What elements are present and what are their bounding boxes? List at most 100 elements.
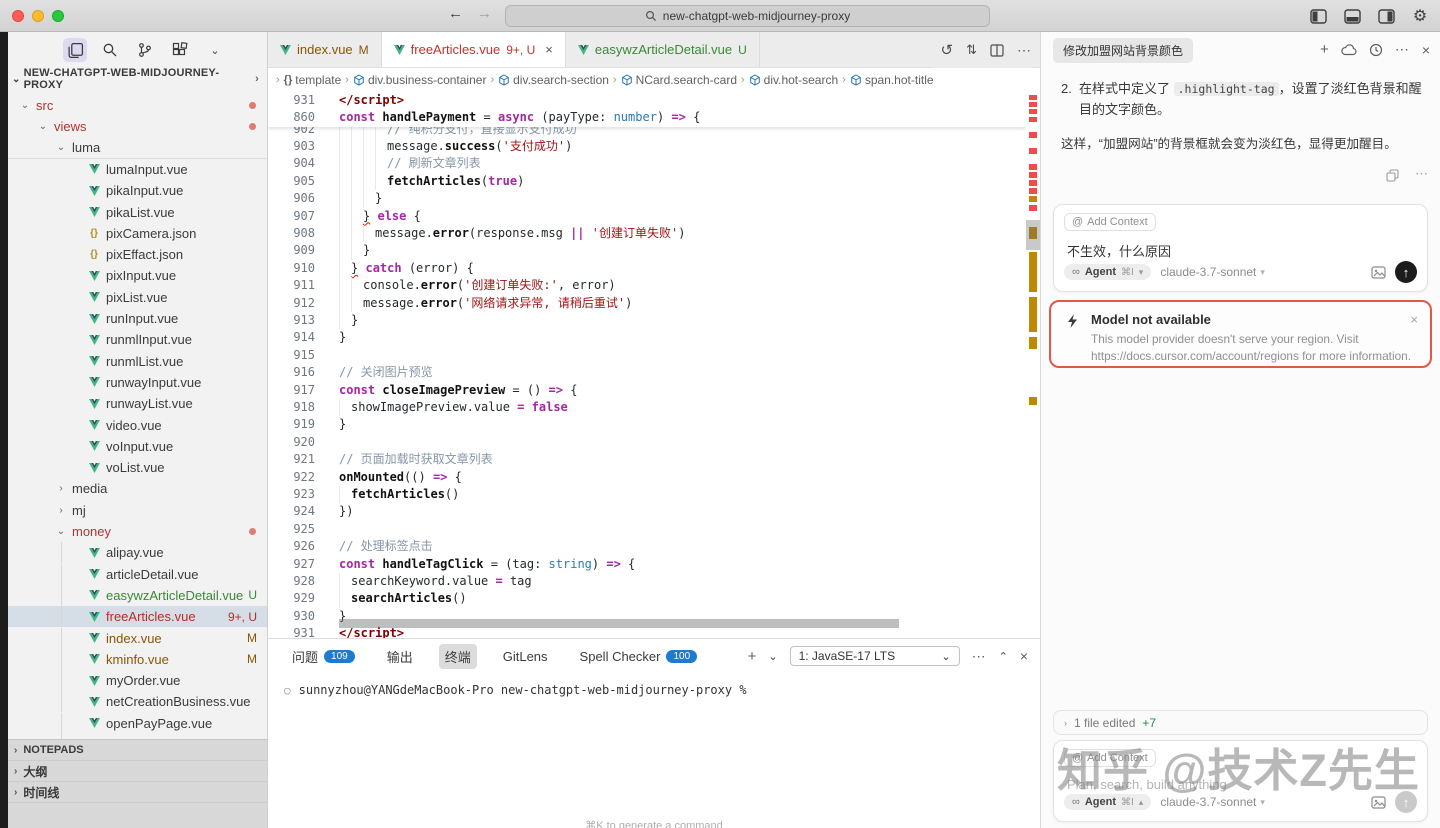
editor-tab-easywzArticleDetail.vue[interactable]: easywzArticleDetail.vueU [566,32,760,67]
chat-input-placeholder[interactable]: Plan, search, build anything [1067,777,1227,792]
tree-item-netCreationBusiness.vue[interactable]: netCreationBusiness.vue [8,691,267,712]
tree-item-alipay.vue[interactable]: alipay.vue [8,542,267,563]
sidebar-section-时间线[interactable]: ›时间线 [8,782,267,803]
sidebar-section-大纲[interactable]: ›大纲 [8,761,267,782]
forward-arrow-icon[interactable]: → [477,5,492,22]
breadcrumb-item-div.search-section[interactable]: div.search-section [498,73,609,87]
chevron-up-icon[interactable]: ⌃ [999,650,1008,663]
close-icon[interactable]: × [1020,648,1028,664]
tree-item-src[interactable]: ⌄src [8,95,267,116]
tree-item-mj[interactable]: ›mj [8,500,267,521]
panel-tab-Spell Checker[interactable]: Spell Checker100 [574,646,704,667]
tree-item-voInput.vue[interactable]: voInput.vue [8,436,267,457]
tree-item-kminfo.vue[interactable]: kminfo.vueM [8,649,267,670]
gear-icon[interactable]: ⚙ [1410,6,1430,26]
tree-item-voList.vue[interactable]: voList.vue [8,457,267,478]
open-changes-icon[interactable]: ⇅ [966,42,977,58]
tree-item-pixInput.vue[interactable]: pixInput.vue [8,265,267,286]
agent-mode-selector[interactable]: ∞ Agent ⌘I ▾ [1064,264,1151,280]
chat-tab[interactable]: 修改加盟网站背景颜色 [1053,38,1193,63]
tree-item-runmlList.vue[interactable]: runmlList.vue [8,351,267,372]
tree-item-pixList.vue[interactable]: pixList.vue [8,287,267,308]
sidebar-tool-chevron-down-icon[interactable]: ⌄ [203,38,227,62]
terminal-profile-select[interactable]: 1: JavaSE-17 LTS⌄ [790,646,960,666]
project-section-header[interactable]: ⌄ NEW-CHATGPT-WEB-MIDJOURNEY-PROXY › [8,68,267,90]
add-context-chip[interactable]: @ Add Context [1064,749,1156,767]
layout-sidebar-right-icon[interactable] [1376,6,1396,26]
horizontal-scrollbar[interactable] [339,619,899,628]
sidebar-tool-extensions-icon[interactable] [168,38,192,62]
model-selector[interactable]: claude-3.7-sonnet ▾ [1160,795,1265,809]
sidebar-tool-source-control-icon[interactable] [133,38,157,62]
tree-item-runwayList.vue[interactable]: runwayList.vue [8,393,267,414]
tree-item-luma[interactable]: ⌄luma [8,138,267,159]
cloud-icon[interactable] [1341,41,1357,58]
send-button[interactable]: ↑ [1395,261,1417,283]
tree-item-money[interactable]: ⌄money [8,521,267,542]
tree-item-media[interactable]: ›media [8,478,267,499]
tree-item-myOrder.vue[interactable]: myOrder.vue [8,670,267,691]
breadcrumb[interactable]: ›{}template›div.business-container›div.s… [268,68,1040,92]
tree-item-pixEffact.json[interactable]: {}pixEffact.json [8,244,267,265]
sidebar-section-NOTEPADS[interactable]: ›NOTEPADS [8,740,267,761]
close-tab-icon[interactable]: × [545,42,553,57]
chat-input-card-bottom[interactable]: @ Add Context Plan, search, build anythi… [1053,740,1428,822]
image-attach-icon[interactable] [1371,796,1386,809]
close-icon[interactable]: × [1422,41,1430,58]
breadcrumb-item-div.business-container[interactable]: div.business-container [353,73,487,87]
tree-item-pixCamera.json[interactable]: {}pixCamera.json [8,223,267,244]
editor-tab-index.vue[interactable]: index.vueM [268,32,382,67]
code-editor[interactable]: 931</script>860const handlePayment = asy… [268,92,1040,638]
panel-tab-问题[interactable]: 问题109 [286,644,361,669]
tree-item-pikaInput.vue[interactable]: pikaInput.vue [8,180,267,201]
tree-item-video.vue[interactable]: video.vue [8,415,267,436]
tree-item-views[interactable]: ⌄views [8,116,267,137]
tree-item-freeArticles.vue[interactable]: freeArticles.vue9+, U [8,606,267,627]
more-icon[interactable]: ⋯ [972,648,987,665]
tree-item-openPayPage.vue[interactable]: openPayPage.vue [8,713,267,734]
panel-tab-终端[interactable]: 终端 [439,644,477,669]
tree-item-pikaList.vue[interactable]: pikaList.vue [8,202,267,223]
plus-icon[interactable]: + [1320,41,1329,58]
tree-item-runwayInput.vue[interactable]: runwayInput.vue [8,372,267,393]
send-button[interactable]: ↑ [1395,791,1417,813]
breadcrumb-item-span.hot-title[interactable]: span.hot-title [850,73,934,87]
history-icon[interactable]: ↺ [941,41,954,59]
vertical-scrollbar-thumb[interactable] [1026,220,1040,250]
chevron-down-icon[interactable]: ⌄ [768,650,777,663]
back-arrow-icon[interactable]: ← [448,5,463,22]
files-edited-summary[interactable]: › 1 file edited +7 [1053,710,1428,735]
more-icon[interactable]: ⋯ [1415,169,1428,182]
more-icon[interactable]: ⋯ [1017,42,1032,59]
model-selector[interactable]: claude-3.7-sonnet ▾ [1160,265,1265,279]
minimize-window-button[interactable] [32,10,44,22]
command-center-search[interactable]: new-chatgpt-web-midjourney-proxy [505,5,990,27]
tree-item-easywzArticleDetail.vue[interactable]: easywzArticleDetail.vueU [8,585,267,606]
breadcrumb-item-template[interactable]: {}template [284,73,342,87]
terminal-prompt-line[interactable]: ○ sunnyzhou@YANGdeMacBook-Pro new-chatgp… [284,683,747,697]
image-attach-icon[interactable] [1371,266,1386,279]
zoom-window-button[interactable] [52,10,64,22]
more-icon[interactable]: ⋯ [1395,41,1410,58]
tree-item-index.vue[interactable]: index.vueM [8,628,267,649]
breadcrumb-item-NCard.search-card[interactable]: NCard.search-card [621,73,737,87]
tree-item-runmlInput.vue[interactable]: runmlInput.vue [8,329,267,350]
split-editor-icon[interactable] [990,44,1004,57]
close-icon[interactable]: × [1410,312,1418,327]
plus-icon[interactable]: + [748,648,757,665]
layout-panel-icon[interactable] [1342,6,1362,26]
overview-ruler[interactable] [1026,92,1040,638]
copy-icon[interactable] [1386,169,1399,182]
close-window-button[interactable] [12,10,24,22]
chat-input-text[interactable]: 不生效，什么原因 [1067,241,1171,260]
tree-item-runInput.vue[interactable]: runInput.vue [8,308,267,329]
sidebar-tool-files-icon[interactable] [63,38,87,62]
tree-item-lumaInput.vue[interactable]: lumaInput.vue [8,159,267,180]
layout-sidebar-left-icon[interactable] [1308,6,1328,26]
panel-tab-输出[interactable]: 输出 [381,644,419,669]
chat-input-card[interactable]: @ Add Context 不生效，什么原因 ∞ Agent ⌘I ▾ clau… [1053,204,1428,292]
agent-mode-selector[interactable]: ∞ Agent ⌘I ▴ [1064,794,1151,810]
breadcrumb-item-div.hot-search[interactable]: div.hot-search [749,73,838,87]
editor-tab-freeArticles.vue[interactable]: freeArticles.vue9+, U× [382,32,566,67]
add-context-chip[interactable]: @ Add Context [1064,213,1156,231]
